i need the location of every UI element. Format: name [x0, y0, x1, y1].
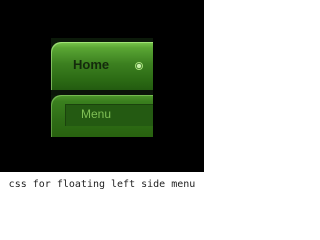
radio-dot-icon	[135, 62, 143, 70]
menu-item-home[interactable]: Home	[51, 42, 153, 90]
menu-item-menu[interactable]: Menu	[51, 95, 153, 137]
menu-item-menu-highlight: Menu	[65, 104, 153, 126]
side-menu: Home Menu	[51, 38, 153, 137]
preview-canvas: Home Menu	[0, 0, 204, 172]
menu-item-home-label: Home	[73, 57, 110, 72]
menu-item-menu-label: Menu	[81, 107, 112, 121]
caption-text: css for floating left side menu	[8, 179, 196, 190]
